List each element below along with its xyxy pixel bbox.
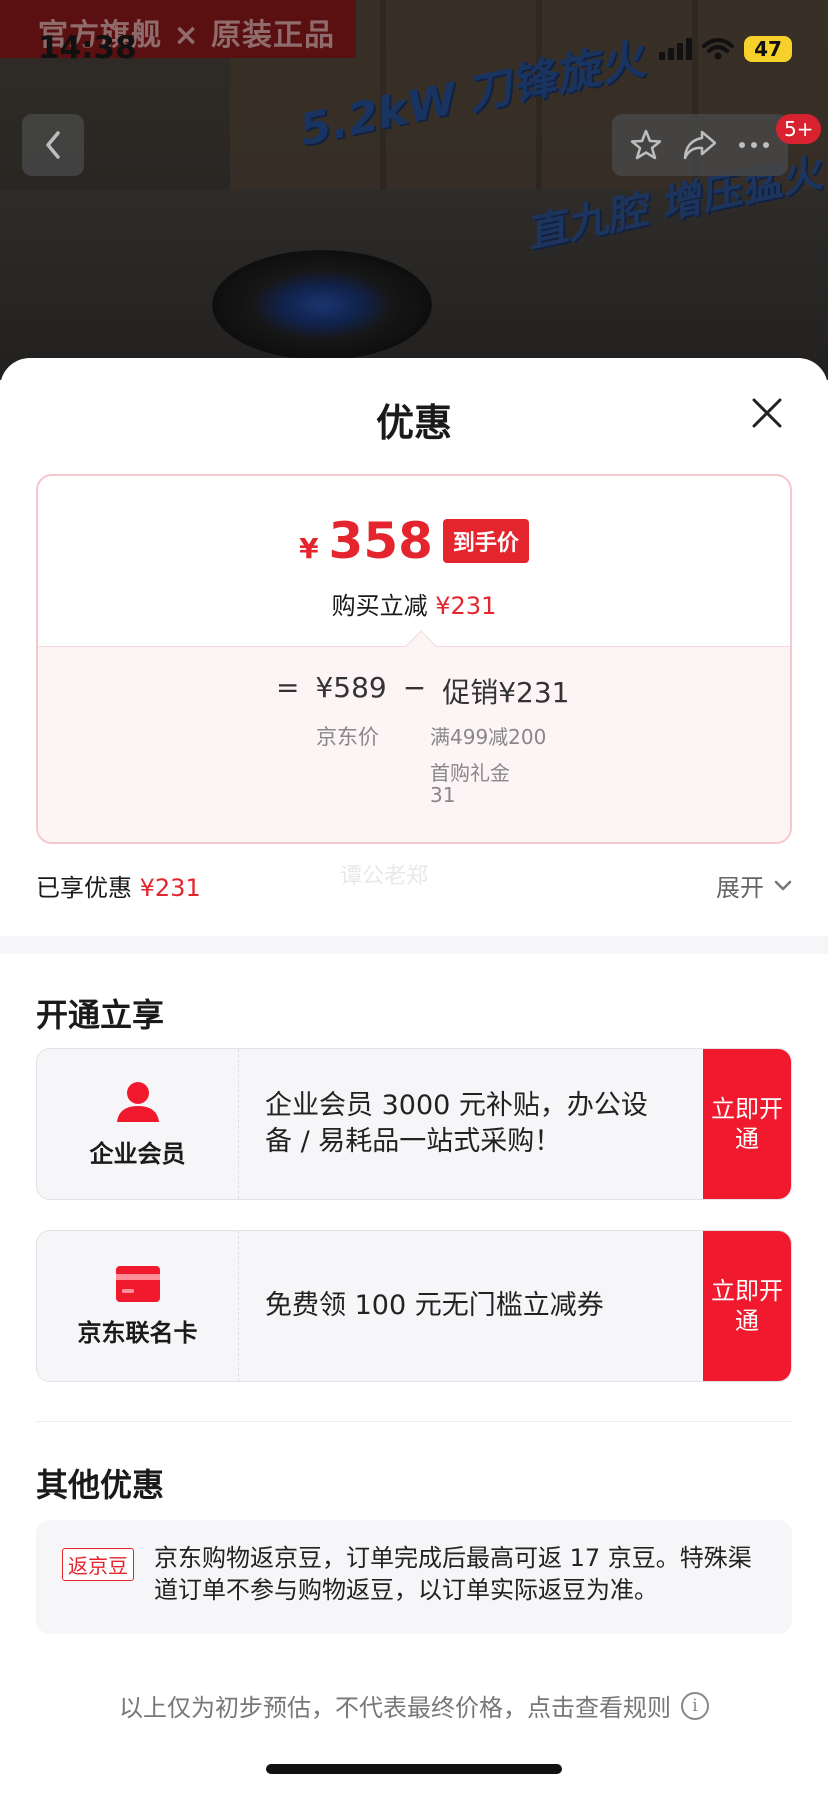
message-badge: 5+: [776, 114, 822, 144]
jd-price: ¥589: [315, 671, 387, 704]
separator-line: [36, 1421, 792, 1422]
open-now-button[interactable]: 立即开通: [703, 1049, 791, 1199]
jingdou-text: 京东购物返京豆，订单完成后最高可返 17 京豆。特殊渠道订单不参与购物返豆，以订…: [154, 1544, 752, 1604]
enjoyed-discount: 已享优惠 ¥231: [36, 868, 201, 903]
section-divider: [0, 936, 828, 954]
battery-indicator: 47: [744, 36, 792, 62]
discount-sheet: 优惠 ¥ 358 到手价 购买立减 ¥231 = ¥589 − 促销¥231 京…: [0, 358, 828, 1793]
final-price-area: ¥ 358 到手价 购买立减 ¥231: [38, 476, 790, 646]
sheet-title: 优惠: [375, 401, 452, 445]
more-icon[interactable]: [737, 140, 771, 150]
other-section-title: 其他优惠: [36, 1466, 165, 1504]
rules-link[interactable]: 以上仅为初步预估，不代表最终价格，点击查看规则 i: [0, 1688, 828, 1723]
enjoyed-label: 已享优惠: [36, 874, 132, 902]
price-formula-area: = ¥589 − 促销¥231 京东价 满499减200 首购礼金 31: [38, 630, 790, 842]
person-icon: [116, 1081, 159, 1122]
chevron-down-icon: [774, 880, 792, 890]
share-icon[interactable]: [682, 129, 718, 161]
price-breakdown-card: ¥ 358 到手价 购买立减 ¥231 = ¥589 − 促销¥231 京东价 …: [36, 474, 792, 844]
back-button[interactable]: [22, 114, 84, 176]
final-price-row: ¥ 358 到手价: [38, 516, 790, 571]
status-time: 14:38: [38, 30, 137, 66]
offer-credit-card[interactable]: 京东联名卡 免费领 100 元无门槛立减券 立即开通: [36, 1230, 792, 1382]
final-price-tag: 到手价: [442, 519, 529, 563]
reduce-label: 购买立减: [331, 592, 428, 620]
signal-icon: [659, 38, 692, 60]
enjoyed-amount: ¥231: [139, 874, 201, 902]
jingdou-offer: 返京豆 京东购物返京豆，订单完成后最高可返 17 京豆。特殊渠道订单不参与购物返…: [36, 1520, 792, 1634]
expand-label: 展开: [716, 874, 764, 902]
close-icon[interactable]: [750, 396, 784, 430]
equals-sign: =: [276, 671, 300, 704]
minus-sign: −: [402, 671, 427, 704]
price-formula: = ¥589 − 促销¥231: [276, 671, 569, 711]
jd-price-label: 京东价: [316, 725, 379, 749]
open-now-button[interactable]: 立即开通: [703, 1231, 791, 1381]
open-section-title: 开通立享: [36, 996, 165, 1034]
footer-note-text: 以上仅为初步预估，不代表最终价格，点击查看规则: [119, 1694, 671, 1722]
offer-description: 免费领 100 元无门槛立减券: [265, 1290, 604, 1321]
wifi-icon: [702, 38, 734, 60]
star-icon[interactable]: [629, 128, 663, 162]
reduce-amount: ¥231: [435, 592, 497, 620]
currency-symbol: ¥: [299, 532, 319, 565]
reduce-line: 购买立减 ¥231: [38, 586, 790, 621]
promo-item: 满499减200: [430, 725, 547, 749]
offer-name: 企业会员: [89, 1139, 186, 1168]
offer-name: 京东联名卡: [77, 1318, 198, 1347]
final-price: 358: [328, 512, 433, 570]
offer-left: 京东联名卡: [37, 1231, 239, 1381]
promo-item: 首购礼金: [430, 761, 510, 785]
card-icon: [115, 1265, 160, 1302]
offer-enterprise[interactable]: 企业会员 企业会员 3000 元补贴，办公设备 / 易耗品一站式采购！ 立即开通: [36, 1048, 792, 1200]
nav-actions: [612, 114, 788, 176]
offer-description: 企业会员 3000 元补贴，办公设备 / 易耗品一站式采购！: [265, 1090, 648, 1157]
home-indicator: [266, 1764, 562, 1774]
promo-total: 促销¥231: [442, 676, 570, 709]
offer-left: 企业会员: [37, 1049, 239, 1199]
jingdou-tag: 返京豆: [62, 1548, 134, 1581]
status-indicators: 47: [659, 36, 792, 62]
promo-item: 31: [430, 783, 456, 807]
expand-button[interactable]: 展开: [716, 868, 792, 903]
chevron-left-icon: [46, 131, 60, 159]
watermark: 谭公老郑: [340, 864, 429, 889]
info-icon: i: [681, 1691, 709, 1720]
